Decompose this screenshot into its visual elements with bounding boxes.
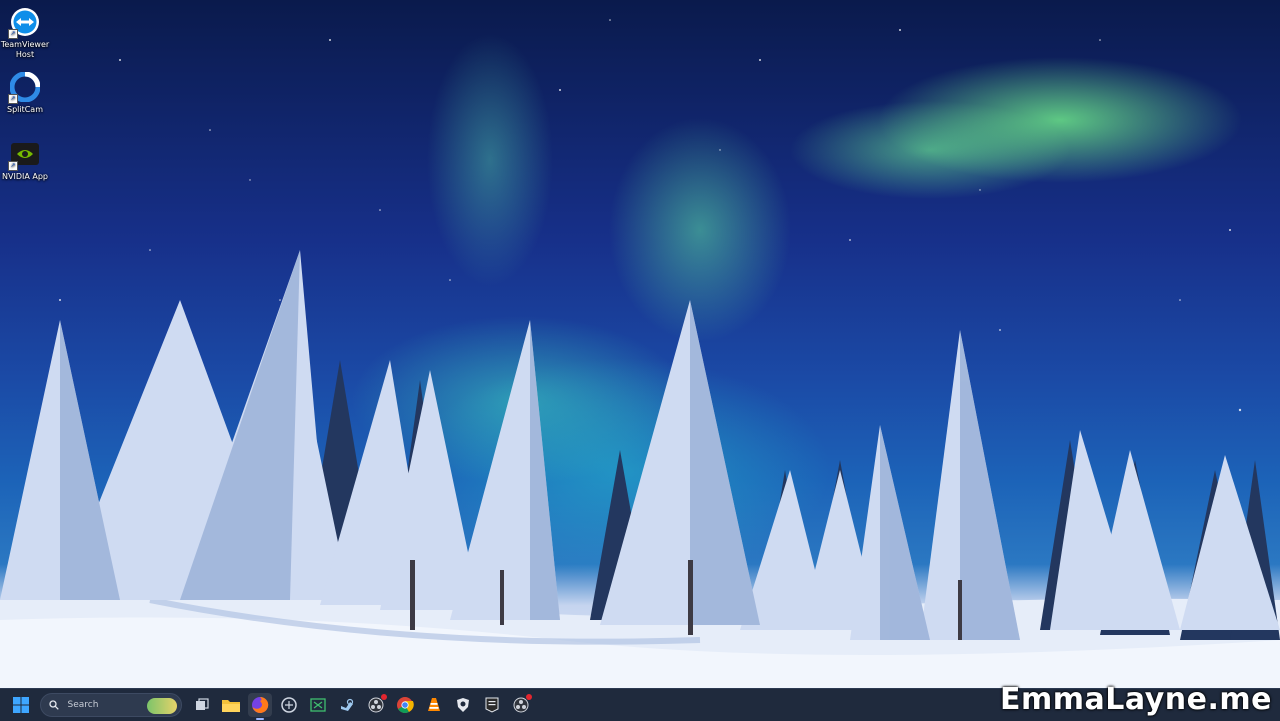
desktop-wallpaper (0, 0, 1280, 688)
taskbar-app-circle[interactable] (277, 693, 301, 717)
search-label: Search (67, 700, 99, 710)
taskbar-vlc[interactable] (422, 693, 446, 717)
taskbar-chrome[interactable] (393, 693, 417, 717)
task-view-icon (196, 698, 209, 710)
desktop-icon-teamviewer[interactable]: ↗ TeamViewer Host (0, 6, 50, 60)
spreadsheet-icon (310, 698, 326, 712)
taskbar-firefox[interactable] (248, 693, 272, 720)
windows-logo-icon (13, 697, 29, 713)
start-button[interactable] (9, 693, 33, 717)
steam-icon (341, 698, 354, 711)
desktop-icon-label: NVIDIA App (2, 172, 48, 181)
desktop-icon-label: SplitCam (6, 105, 44, 114)
taskbar-search[interactable]: Search (39, 693, 182, 717)
wallpaper-scene (0, 19, 1280, 688)
shield-icon (457, 698, 469, 712)
taskbar-epic-games[interactable] (480, 693, 504, 717)
firefox-icon (252, 696, 269, 713)
taskbar-obs[interactable] (364, 693, 388, 717)
folder-icon (222, 700, 240, 712)
stars (59, 19, 1242, 412)
notification-badge (526, 694, 532, 700)
taskbar-spreadsheet[interactable] (306, 693, 330, 717)
taskbar-file-explorer[interactable] (219, 693, 243, 717)
taskbar-shield-app[interactable] (451, 693, 475, 717)
taskbar-steam[interactable] (335, 693, 359, 717)
desktop-icon-splitcam[interactable]: ↗ SplitCam (0, 71, 50, 115)
chrome-icon (397, 697, 414, 713)
shortcut-arrow-icon: ↗ (8, 94, 18, 104)
shortcut-arrow-icon: ↗ (8, 29, 18, 39)
shortcut-arrow-icon: ↗ (8, 161, 18, 171)
watermark-text: EmmaLayne.me (1000, 682, 1272, 717)
desktop-icon-label: TeamViewer Host (0, 40, 50, 59)
taskbar-obs-2[interactable] (509, 693, 533, 717)
epic-games-icon (485, 697, 499, 713)
taskbar-task-view[interactable] (190, 693, 214, 717)
notification-badge (381, 694, 387, 700)
desktop-icon-nvidia[interactable]: ↗ NVIDIA App (0, 138, 50, 182)
nvidia-icon: ↗ (8, 138, 41, 171)
app-circle-icon (281, 697, 297, 713)
splitcam-icon: ↗ (8, 71, 41, 104)
vlc-icon (428, 698, 440, 711)
search-icon (48, 700, 59, 710)
snow-trees (0, 250, 1280, 640)
search-highlight-icon (146, 698, 177, 714)
teamviewer-icon: ↗ (8, 6, 41, 39)
